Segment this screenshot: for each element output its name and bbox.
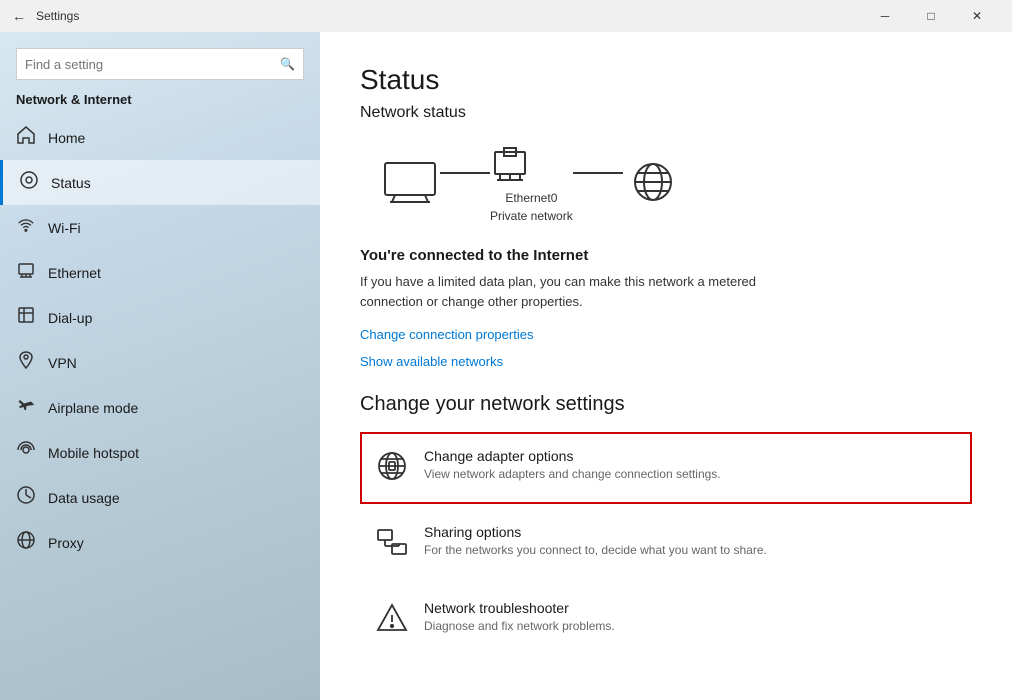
search-box[interactable]: 🔍 [16, 48, 304, 80]
search-input[interactable] [25, 57, 280, 72]
adapter-label: Ethernet0 [490, 191, 573, 205]
troubleshooter-icon [376, 602, 408, 640]
sidebar-item-home[interactable]: Home [0, 115, 320, 160]
hotspot-icon [16, 440, 36, 465]
proxy-icon [16, 530, 36, 555]
sidebar-item-dialup[interactable]: Dial-up [0, 295, 320, 340]
adapter-options-icon [376, 450, 408, 488]
sidebar-item-airplane[interactable]: Airplane mode [0, 385, 320, 430]
status-icon [19, 170, 39, 195]
vpn-icon [16, 350, 36, 375]
network-line-1 [440, 172, 490, 174]
sidebar-item-status[interactable]: Status [0, 160, 320, 205]
sidebar-item-proxy[interactable]: Proxy [0, 520, 320, 565]
troubleshooter-content: Network troubleshooter Diagnose and fix … [424, 600, 956, 633]
home-icon [16, 125, 36, 150]
sidebar-item-datausage-label: Data usage [48, 490, 120, 506]
globe-icon [623, 160, 683, 205]
network-type-label: Private network [490, 209, 573, 223]
sidebar: 🔍 Network & Internet Home Status [0, 32, 320, 700]
title-bar-title: Settings [36, 9, 862, 23]
sharing-options-content: Sharing options For the networks you con… [424, 524, 956, 557]
change-settings-title: Change your network settings [360, 393, 972, 416]
sidebar-item-hotspot[interactable]: Mobile hotspot [0, 430, 320, 475]
title-bar: ← Settings ─ □ ✕ [0, 0, 1012, 32]
sidebar-item-airplane-label: Airplane mode [48, 400, 138, 416]
network-status-title: Network status [360, 104, 972, 122]
datausage-icon [16, 485, 36, 510]
adapter-options-title: Change adapter options [424, 448, 956, 464]
maximize-button[interactable]: □ [908, 0, 954, 32]
ethernet-icon [16, 260, 36, 285]
window-controls: ─ □ ✕ [862, 0, 1000, 32]
dialup-icon [16, 305, 36, 330]
network-diagram: Ethernet0 Private network [380, 142, 972, 223]
sidebar-item-datausage[interactable]: Data usage [0, 475, 320, 520]
description-text: If you have a limited data plan, you can… [360, 272, 780, 311]
adapter-options-item[interactable]: Change adapter options View network adap… [360, 432, 972, 504]
sidebar-item-status-label: Status [51, 175, 91, 191]
minimize-button[interactable]: ─ [862, 0, 908, 32]
sidebar-item-ethernet[interactable]: Ethernet [0, 250, 320, 295]
main-content: Status Network status Ethernet0 [320, 32, 1012, 668]
sharing-options-title: Sharing options [424, 524, 956, 540]
sharing-options-item[interactable]: Sharing options For the networks you con… [360, 508, 972, 580]
show-networks-link[interactable]: Show available networks [360, 354, 972, 369]
back-button[interactable]: ← [12, 8, 26, 24]
sidebar-item-proxy-label: Proxy [48, 535, 84, 551]
computer-icon [380, 160, 440, 205]
network-line-2 [573, 172, 623, 174]
sidebar-item-home-label: Home [48, 130, 85, 146]
troubleshooter-title: Network troubleshooter [424, 600, 956, 616]
change-connection-link[interactable]: Change connection properties [360, 327, 972, 342]
sidebar-item-wifi[interactable]: Wi-Fi [0, 205, 320, 250]
search-icon: 🔍 [280, 57, 295, 71]
adapter-icon: Ethernet0 Private network [490, 142, 573, 223]
sidebar-item-vpn-label: VPN [48, 355, 77, 371]
connected-text: You're connected to the Internet [360, 247, 972, 264]
sharing-options-desc: For the networks you connect to, decide … [424, 543, 956, 557]
sidebar-item-vpn[interactable]: VPN [0, 340, 320, 385]
airplane-icon [16, 395, 36, 420]
wifi-icon [16, 215, 36, 240]
sidebar-item-wifi-label: Wi-Fi [48, 220, 81, 236]
sidebar-item-dialup-label: Dial-up [48, 310, 92, 326]
close-button[interactable]: ✕ [954, 0, 1000, 32]
page-title: Status [360, 64, 972, 96]
sidebar-section-title: Network & Internet [0, 88, 320, 115]
troubleshooter-desc: Diagnose and fix network problems. [424, 619, 956, 633]
sidebar-item-ethernet-label: Ethernet [48, 265, 101, 281]
sharing-options-icon [376, 526, 408, 564]
adapter-options-desc: View network adapters and change connect… [424, 467, 956, 481]
adapter-options-content: Change adapter options View network adap… [424, 448, 956, 481]
sidebar-item-hotspot-label: Mobile hotspot [48, 445, 139, 461]
troubleshooter-item[interactable]: Network troubleshooter Diagnose and fix … [360, 584, 972, 656]
